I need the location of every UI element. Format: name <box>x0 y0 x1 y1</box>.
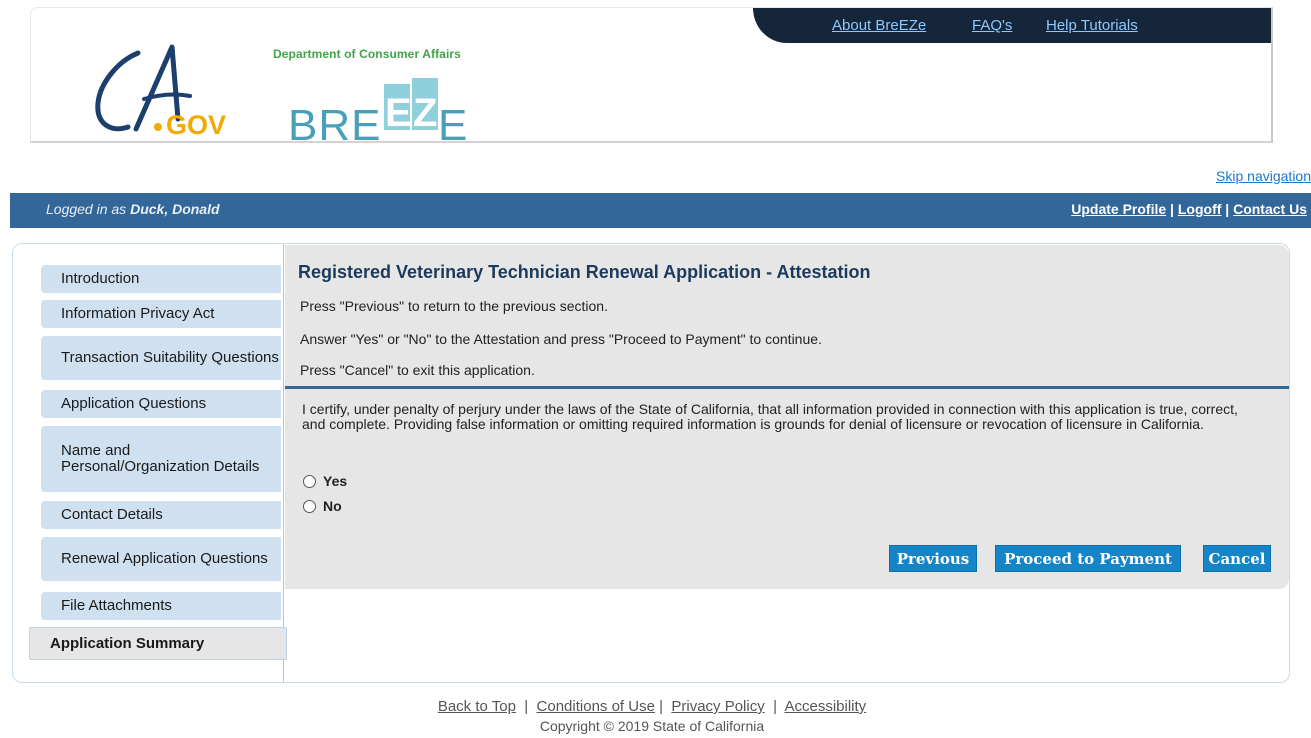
faqs-link[interactable]: FAQ's <box>972 17 1012 34</box>
footer-links: Back to Top | Conditions of Use | Privac… <box>0 698 1304 715</box>
cancel-button[interactable]: Cancel <box>1203 545 1271 572</box>
ca-gov-logo[interactable]: GOV <box>86 41 256 141</box>
instruction-answer: Answer "Yes" or "No" to the Attestation … <box>300 331 822 347</box>
sidebar-item-introduction[interactable]: Introduction <box>41 265 281 293</box>
logged-in-prefix: Logged in as <box>46 201 127 217</box>
separator: | <box>659 698 664 715</box>
svg-text:BRE: BRE <box>288 101 381 143</box>
copyright: Copyright © 2019 State of California <box>539 718 765 734</box>
help-tutorials-link[interactable]: Help Tutorials <box>1046 17 1138 34</box>
user-bar: Logged in as Duck, Donald Update Profile… <box>10 193 1311 228</box>
page-title: Registered Veterinary Technician Renewal… <box>298 262 871 282</box>
sidebar-item-contact-details[interactable]: Contact Details <box>41 501 281 529</box>
yes-radio[interactable] <box>303 474 316 488</box>
attestation-statement: I certify, under penalty of perjury unde… <box>302 401 1238 432</box>
sidebar-item-application-questions[interactable]: Application Questions <box>41 390 281 418</box>
svg-text:E: E <box>385 91 412 135</box>
dca-label: Department of Consumer Affairs <box>273 47 461 61</box>
separator: | <box>773 698 777 715</box>
separator: | <box>1170 201 1174 217</box>
application-sidebar: Introduction Information Privacy Act Tra… <box>13 244 287 682</box>
proceed-to-payment-button[interactable]: Proceed to Payment <box>995 545 1181 572</box>
svg-text:Z: Z <box>413 91 437 135</box>
logged-in-status: Logged in as Duck, Donald <box>46 201 220 217</box>
back-to-top-link[interactable]: Back to Top <box>438 698 516 715</box>
site-header: About BreEZe FAQ's Help Tutorials GOV De… <box>30 7 1273 143</box>
application-panel: Introduction Information Privacy Act Tra… <box>12 243 1290 683</box>
svg-text:E: E <box>438 101 467 143</box>
separator: | <box>524 698 529 715</box>
sidebar-item-renewal-questions[interactable]: Renewal Application Questions <box>41 537 281 581</box>
privacy-policy-link[interactable]: Privacy Policy <box>671 698 764 715</box>
attestation-content: Registered Veterinary Technician Renewal… <box>285 245 1289 589</box>
separator: | <box>1225 201 1230 217</box>
no-label: No <box>323 498 342 514</box>
previous-button[interactable]: Previous <box>889 545 977 572</box>
accessibility-link[interactable]: Accessibility <box>784 698 866 715</box>
sidebar-item-transaction-suitability[interactable]: Transaction Suitability Questions <box>41 336 281 380</box>
contact-us-link[interactable]: Contact Us <box>1233 201 1307 217</box>
update-profile-link[interactable]: Update Profile <box>1071 201 1166 217</box>
top-links-bar: About BreEZe FAQ's Help Tutorials <box>753 8 1271 43</box>
section-divider <box>285 386 1289 389</box>
no-radio[interactable] <box>303 499 316 513</box>
svg-text:GOV: GOV <box>166 110 226 140</box>
sidebar-item-application-summary[interactable]: Application Summary <box>29 627 287 660</box>
breeze-logo: BRE E Z E <box>288 78 467 143</box>
attestation-yes-option[interactable]: Yes <box>303 473 347 489</box>
conditions-of-use-link[interactable]: Conditions of Use <box>537 698 655 715</box>
instruction-cancel: Press "Cancel" to exit this application. <box>300 362 535 378</box>
skip-navigation-link[interactable]: Skip navigation <box>1216 168 1311 184</box>
account-links: Update Profile | Logoff | Contact Us <box>1071 201 1307 217</box>
about-breeze-link[interactable]: About BreEZe <box>832 17 926 34</box>
attestation-no-option[interactable]: No <box>303 498 342 514</box>
sidebar-item-file-attachments[interactable]: File Attachments <box>41 592 281 620</box>
sidebar-item-name-details[interactable]: Name and Personal/Organization Details <box>41 426 281 492</box>
user-name: Duck, Donald <box>130 201 220 217</box>
logoff-link[interactable]: Logoff <box>1178 201 1222 217</box>
instruction-previous: Press "Previous" to return to the previo… <box>300 298 608 314</box>
yes-label: Yes <box>323 473 348 489</box>
sidebar-item-information-privacy-act[interactable]: Information Privacy Act <box>41 300 281 328</box>
